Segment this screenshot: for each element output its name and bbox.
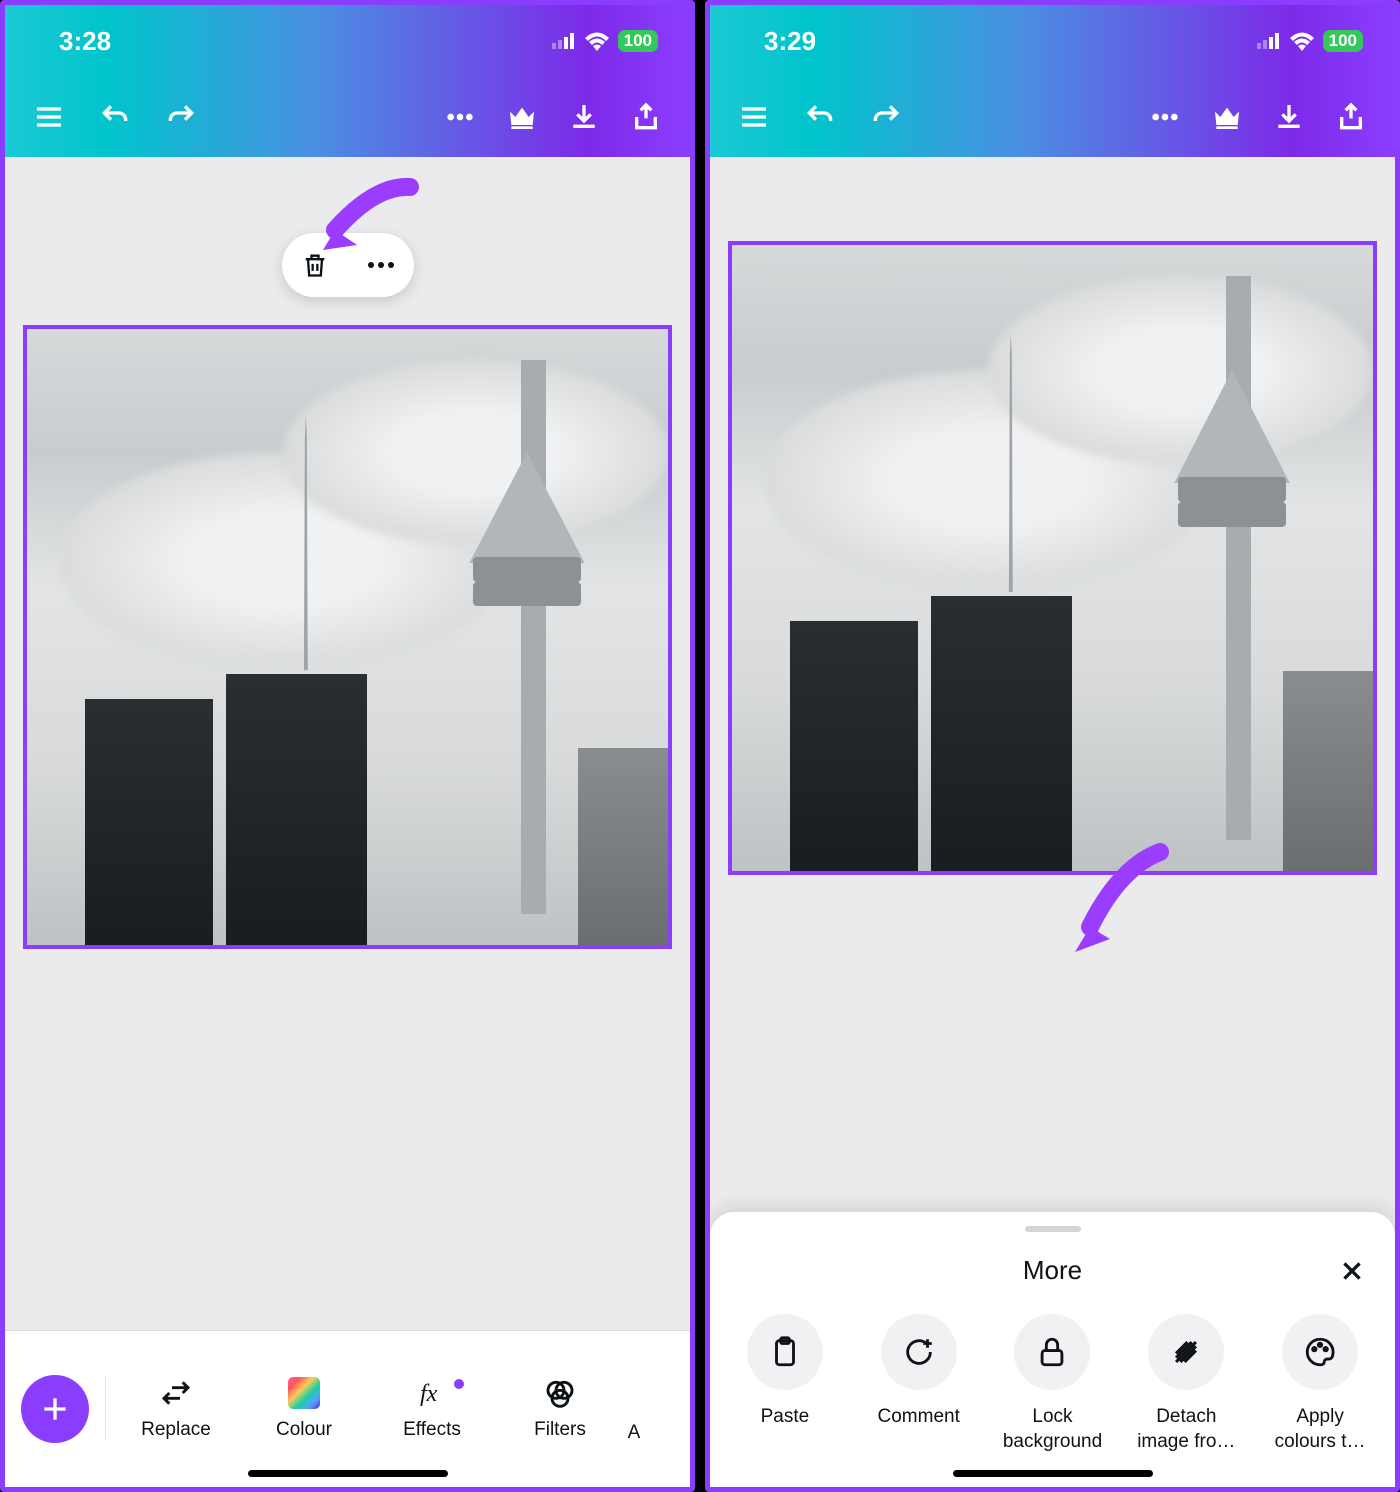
app-toolbar	[5, 77, 690, 157]
replace-icon	[160, 1377, 192, 1409]
effects-icon: fx	[416, 1377, 448, 1409]
download-icon[interactable]	[1273, 101, 1305, 133]
signal-icon	[1257, 33, 1281, 49]
action-label: Paste	[761, 1404, 810, 1430]
action-lock-background[interactable]: Lockbackground	[986, 1314, 1120, 1455]
status-bar: 3:29 100	[710, 5, 1395, 77]
action-label: Detach	[1137, 1404, 1235, 1430]
app-toolbar	[710, 77, 1395, 157]
toolbar-label: Filters	[534, 1419, 586, 1441]
status-bar: 3:28 100	[5, 5, 690, 77]
annotation-arrow-icon	[285, 175, 425, 265]
download-icon[interactable]	[568, 101, 600, 133]
toolbar-effects[interactable]: fx Effects	[368, 1377, 496, 1441]
sheet-header: More	[710, 1250, 1395, 1292]
toolbar-label: Effects	[403, 1419, 461, 1441]
toolbar-label: Colour	[276, 1419, 332, 1441]
wifi-icon	[584, 31, 610, 51]
status-icons: 100	[1257, 30, 1363, 52]
image-content	[27, 329, 668, 945]
toolbar-colour[interactable]: Colour	[240, 1377, 368, 1441]
home-indicator[interactable]	[248, 1470, 448, 1477]
close-icon	[1339, 1258, 1365, 1284]
share-icon[interactable]	[1335, 101, 1367, 133]
sheet-drag-handle[interactable]	[1025, 1226, 1081, 1232]
redo-icon[interactable]	[165, 101, 197, 133]
action-label-sub: image fro…	[1137, 1429, 1235, 1455]
undo-icon[interactable]	[804, 101, 836, 133]
action-label-sub: background	[1003, 1429, 1102, 1455]
close-button[interactable]	[1331, 1250, 1373, 1292]
share-icon[interactable]	[630, 101, 662, 133]
status-time: 3:29	[764, 26, 816, 57]
add-button[interactable]	[21, 1375, 89, 1443]
toolbar-divider	[105, 1377, 106, 1441]
toolbar-label: Replace	[141, 1419, 211, 1441]
action-comment[interactable]: Comment	[852, 1314, 986, 1455]
status-time: 3:28	[59, 26, 111, 57]
selected-image-frame[interactable]	[23, 325, 672, 949]
annotation-arrow-icon	[1050, 837, 1180, 967]
filters-icon	[544, 1377, 576, 1409]
battery-indicator: 100	[618, 30, 658, 52]
action-detach-image[interactable]: Detachimage fro…	[1119, 1314, 1253, 1455]
battery-indicator: 100	[1323, 30, 1363, 52]
action-label: Lock	[1003, 1404, 1102, 1430]
more-bottom-sheet: More Paste Comment Lockbackground	[710, 1212, 1395, 1487]
crown-icon[interactable]	[1211, 101, 1243, 133]
undo-icon[interactable]	[99, 101, 131, 133]
comment-icon	[902, 1335, 936, 1369]
effects-indicator-dot	[454, 1379, 464, 1389]
toolbar-overflow[interactable]: A	[624, 1377, 644, 1441]
action-label: Apply	[1275, 1404, 1366, 1430]
detach-icon	[1169, 1335, 1203, 1369]
phone-screenshot-right: 3:29 100	[705, 0, 1400, 1492]
status-icons: 100	[552, 30, 658, 52]
action-label: Comment	[878, 1404, 960, 1430]
palette-icon	[1303, 1335, 1337, 1369]
action-apply-colours[interactable]: Applycolours t…	[1253, 1314, 1387, 1455]
canvas-area[interactable]: Replace Colour fx Effects Filters A	[5, 157, 690, 1487]
signal-icon	[552, 33, 576, 49]
more-horizontal-icon[interactable]	[1149, 101, 1181, 133]
more-horizontal-icon[interactable]	[444, 101, 476, 133]
crown-icon[interactable]	[506, 101, 538, 133]
action-paste[interactable]: Paste	[718, 1314, 852, 1455]
phone-screenshot-left: 3:28 100	[0, 0, 695, 1492]
svg-text:fx: fx	[420, 1381, 438, 1407]
selected-image-frame[interactable]	[728, 241, 1377, 875]
canvas-area[interactable]: More Paste Comment Lockbackground	[710, 157, 1395, 1487]
menu-icon[interactable]	[33, 101, 65, 133]
colour-icon	[288, 1377, 320, 1409]
image-content	[732, 245, 1373, 871]
sheet-actions-row: Paste Comment Lockbackground Detachimage…	[710, 1314, 1395, 1455]
bottom-toolbar: Replace Colour fx Effects Filters A	[5, 1331, 690, 1487]
wifi-icon	[1289, 31, 1315, 51]
redo-icon[interactable]	[870, 101, 902, 133]
toolbar-label: A	[628, 1422, 641, 1441]
menu-icon[interactable]	[738, 101, 770, 133]
toolbar-replace[interactable]: Replace	[112, 1377, 240, 1441]
sheet-title: More	[1023, 1255, 1082, 1286]
clipboard-icon	[768, 1335, 802, 1369]
home-indicator[interactable]	[953, 1470, 1153, 1477]
action-label-sub: colours t…	[1275, 1429, 1366, 1455]
toolbar-filters[interactable]: Filters	[496, 1377, 624, 1441]
lock-icon	[1035, 1335, 1069, 1369]
